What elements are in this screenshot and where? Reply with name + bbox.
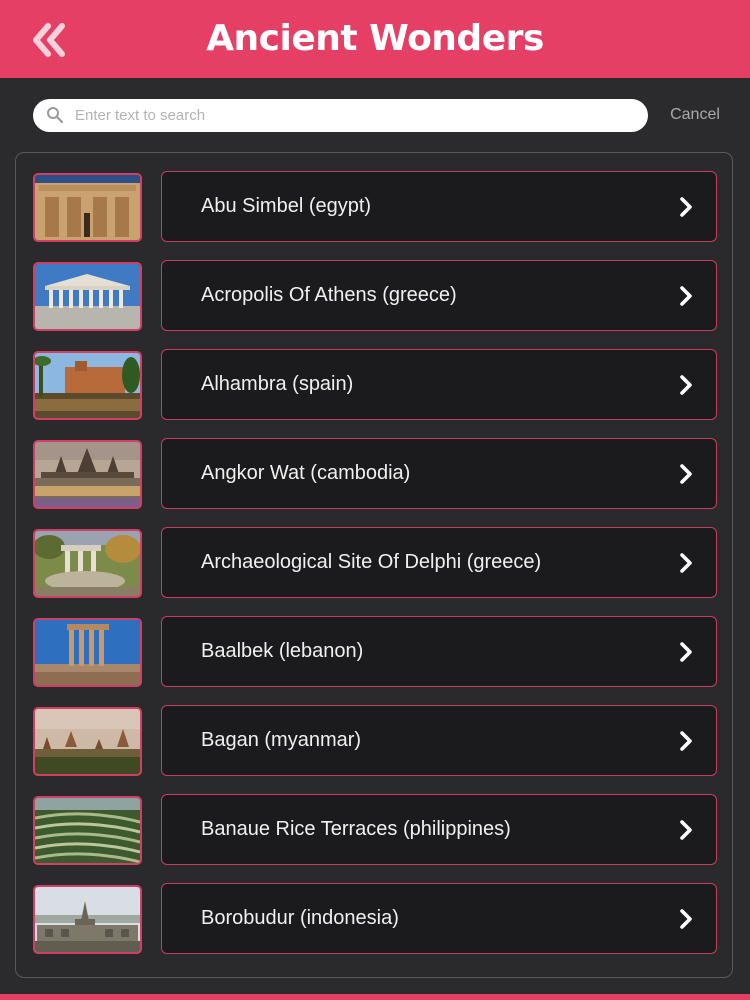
list-item-label: Borobudur (indonesia) — [201, 907, 399, 929]
list-item-button[interactable]: Angkor Wat (cambodia) — [161, 438, 717, 509]
alhambra-thumbnail — [33, 351, 142, 420]
search-bar — [33, 99, 648, 132]
list-item-label: Alhambra (spain) — [201, 373, 354, 395]
cancel-button[interactable]: Cancel — [664, 103, 726, 127]
list-item-label: Baalbek (lebanon) — [201, 640, 364, 662]
list-item: Baalbek (lebanon) — [16, 598, 734, 687]
list-item-label: Banaue Rice Terraces (philippines) — [201, 818, 511, 840]
baalbek-thumbnail — [33, 618, 142, 687]
list-item-label: Bagan (myanmar) — [201, 729, 362, 751]
list-item-button[interactable]: Baalbek (lebanon) — [161, 616, 717, 687]
list-item: Abu Simbel (egypt) — [16, 153, 734, 242]
list-item: Archaeological Site Of Delphi (greece) — [16, 509, 734, 598]
list-item-button[interactable]: Abu Simbel (egypt) — [161, 171, 717, 242]
list-item-button[interactable]: Banaue Rice Terraces (philippines) — [161, 794, 717, 865]
list-item-button[interactable]: Alhambra (spain) — [161, 349, 717, 420]
list-item-button[interactable]: Bagan (myanmar) — [161, 705, 717, 776]
search-icon — [47, 107, 64, 124]
chevron-right-icon — [680, 731, 692, 751]
angkor-wat-thumbnail — [33, 440, 142, 509]
chevron-right-icon — [680, 464, 692, 484]
wonders-list: Abu Simbel (egypt) Acropolis Of Athens (… — [15, 152, 733, 978]
chevron-right-icon — [680, 909, 692, 929]
bottom-accent-bar — [0, 994, 750, 1000]
chevron-right-icon — [680, 197, 692, 217]
list-item: Banaue Rice Terraces (philippines) — [16, 776, 734, 865]
chevron-right-icon — [680, 820, 692, 840]
list-item-label: Acropolis Of Athens (greece) — [201, 284, 457, 306]
delphi-thumbnail — [33, 529, 142, 598]
abu-simbel-thumbnail — [33, 173, 142, 242]
borobudur-thumbnail — [33, 885, 142, 954]
chevron-right-icon — [680, 642, 692, 662]
list-item-label: Archaeological Site Of Delphi (greece) — [201, 551, 542, 573]
list-item-button[interactable]: Archaeological Site Of Delphi (greece) — [161, 527, 717, 598]
list-item-button[interactable]: Borobudur (indonesia) — [161, 883, 717, 954]
list-item: Bagan (myanmar) — [16, 687, 734, 776]
banaue-rice-terraces-thumbnail — [33, 796, 142, 865]
page-title: Ancient Wonders — [206, 18, 544, 59]
list-item: Alhambra (spain) — [16, 331, 734, 420]
list-item: Acropolis Of Athens (greece) — [16, 242, 734, 331]
chevron-right-icon — [680, 375, 692, 395]
bagan-thumbnail — [33, 707, 142, 776]
chevron-right-icon — [680, 553, 692, 573]
app-header: Ancient Wonders — [0, 0, 750, 78]
list-item-button[interactable]: Acropolis Of Athens (greece) — [161, 260, 717, 331]
list-item-label: Abu Simbel (egypt) — [201, 195, 372, 217]
list-item: Borobudur (indonesia) — [16, 865, 734, 954]
acropolis-thumbnail — [33, 262, 142, 331]
list-item-label: Angkor Wat (cambodia) — [201, 462, 411, 484]
search-input[interactable] — [75, 99, 635, 132]
list-item: Angkor Wat (cambodia) — [16, 420, 734, 509]
chevron-right-icon — [680, 286, 692, 306]
